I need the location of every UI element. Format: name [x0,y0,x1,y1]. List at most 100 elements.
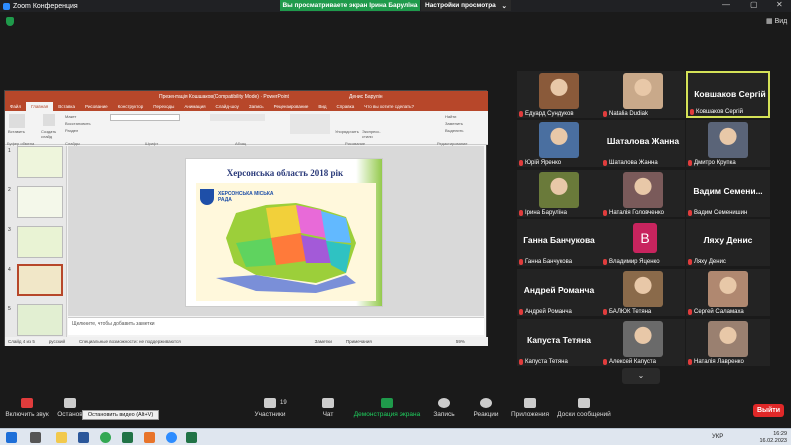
font-name-field[interactable] [110,114,180,121]
excel-icon[interactable] [186,432,197,443]
replace-button[interactable]: Заменить [445,121,463,126]
tab-record[interactable]: Запись [244,104,269,109]
find-button[interactable]: Найти [445,114,456,119]
windows-start-icon[interactable] [6,432,17,443]
close-icon[interactable]: ✕ [776,0,783,9]
task-view-icon[interactable] [30,432,41,443]
excel-icon[interactable] [122,432,133,443]
security-shield-icon[interactable] [6,17,14,26]
record-button[interactable]: Запись [430,398,458,418]
participant-tile[interactable]: Едуард Сундуков [517,71,601,118]
video-button[interactable]: Останов [55,398,85,418]
mic-muted-icon [603,309,607,315]
layout-button[interactable]: Макет [65,114,76,119]
participant-name-label: Ганна Банчукова [519,259,572,265]
comments-toggle[interactable]: Примечания [346,339,372,344]
view-settings-button[interactable]: Настройки просмотра ⌄ [421,0,511,11]
unmute-label: Включить звук [5,411,49,418]
paragraph-controls[interactable] [210,114,265,121]
participant-video [539,122,579,158]
chat-label: Чат [322,411,334,418]
tab-draw[interactable]: Рисование [80,104,113,109]
paste-button[interactable]: Вставить [8,129,25,134]
slide-thumb-5[interactable] [17,304,63,336]
zoom-level[interactable]: 59% [456,339,465,344]
participant-tile[interactable]: Ганна Банчукова Ганна Банчукова [517,219,601,266]
unmute-button[interactable]: Включить звук [4,398,50,418]
new-slide-icon[interactable] [43,114,55,126]
tab-help[interactable]: Справка [332,104,360,109]
language-indicator[interactable]: УКР [712,434,723,440]
shapes-gallery[interactable] [290,114,330,134]
word-icon[interactable] [78,432,89,443]
status-accessibility[interactable]: Специальные возможности: не поддерживают… [79,339,181,344]
participant-tile[interactable]: Шаталова Жанна Шаталова Жанна [601,120,685,167]
ppt-ribbon-tabs: Файл Главная Вставка Рисование Конструкт… [5,102,488,111]
chevron-down-icon[interactable]: ⌄ [622,368,660,384]
create-slide-button[interactable]: Создать слайд [41,129,65,139]
slide-thumb-1[interactable] [17,146,63,178]
current-slide[interactable]: Херсонська область 2018 рік ХЕРСОНСЬКА М… [185,158,383,307]
clock[interactable]: 16:29 16.02.2023 [759,431,787,444]
participant-tile[interactable]: Ірина Барулїна [517,170,601,217]
leave-button[interactable]: Выйти [753,404,784,417]
participant-tile[interactable]: Юрій Яренко [517,120,601,167]
zoom-taskbar-icon[interactable] [166,432,177,443]
tab-view[interactable]: Вид [313,104,331,109]
mic-muted-icon [519,210,523,216]
tell-me-search[interactable]: Что вы хотите сделать? [359,104,419,109]
tab-insert[interactable]: Вставка [53,104,80,109]
participant-name: Ляху Денис [694,259,726,265]
participant-tile[interactable]: Алексей Капуста [601,319,685,366]
reset-button[interactable]: Восстановить [65,121,91,126]
view-button[interactable]: ▦ Вид [766,17,787,25]
slide-title: Херсонська область 2018 рік [226,168,344,178]
tab-home[interactable]: Главная [26,102,54,111]
select-button[interactable]: Выделить [445,128,463,133]
participant-tile[interactable]: В Владимир Яценко [601,219,685,266]
participant-big-name: Ганна Банчукова [523,235,595,245]
reactions-button[interactable]: Реакции [470,398,502,418]
notes-toggle[interactable]: Заметки [315,339,332,344]
maximize-icon[interactable]: ▢ [750,0,758,9]
apps-button[interactable]: Приложения [508,398,552,418]
share-screen-button[interactable]: Демонстрация экрана [352,398,422,418]
participant-name: Вадим Семенишин [694,210,748,216]
participant-tile[interactable]: Наталія Лавренко [686,319,770,366]
paste-icon[interactable] [9,114,25,128]
participant-tile[interactable]: Вадим Семени... Вадим Семенишин [686,170,770,217]
tab-animation[interactable]: Анимация [179,104,210,109]
tab-slideshow[interactable]: Слайд-шоу [211,104,244,109]
slide-thumb-3[interactable] [17,226,63,258]
notes-pane[interactable]: Щелкните, чтобы добавить заметки [68,317,484,335]
participant-tile[interactable]: БАЛЮК Тетяна [601,269,685,316]
participant-name-label: Капуста Тетяна [519,359,568,365]
tab-transitions[interactable]: Переходы [148,104,179,109]
participant-tile[interactable]: Сергей Саламаха [686,269,770,316]
ppt-user: Денис Барулін [348,93,383,100]
minimize-icon[interactable]: — [722,0,730,9]
arrange-button[interactable]: Упорядочить [335,129,359,134]
participant-tile[interactable]: Наталія Головченко [601,170,685,217]
tab-review[interactable]: Рецензирование [269,104,314,109]
file-explorer-icon[interactable] [56,432,67,443]
chrome-icon[interactable] [100,432,111,443]
participant-tile[interactable]: Natalia Dudiak [601,71,685,118]
participant-video [623,271,663,307]
participant-name: Юрій Яренко [525,160,562,166]
slide-thumb-2[interactable] [17,186,63,218]
participant-tile[interactable]: Ляху Денис Ляху Денис [686,219,770,266]
whiteboard-button[interactable]: Доски сообщений [556,398,612,418]
participant-tile[interactable]: Капуста Тетяна Капуста Тетяна [517,319,601,366]
participant-tile[interactable]: Андрей Романча Андрей Романча [517,269,601,316]
participant-tile[interactable]: Дмитро Крупка [686,120,770,167]
quick-styles-button[interactable]: Экспресс-стили [362,129,384,139]
app-icon[interactable] [144,432,155,443]
chat-button[interactable]: Чат [316,398,340,418]
tab-design[interactable]: Конструктор [113,104,149,109]
tab-file[interactable]: Файл [5,104,26,109]
section-button[interactable]: Раздел [65,128,78,133]
participant-tile[interactable]: Ковшаков Сергій Ковшаков Сергій [686,71,770,118]
slide-thumb-4[interactable] [17,264,63,296]
participant-name-label: Наталія Лавренко [688,359,744,365]
